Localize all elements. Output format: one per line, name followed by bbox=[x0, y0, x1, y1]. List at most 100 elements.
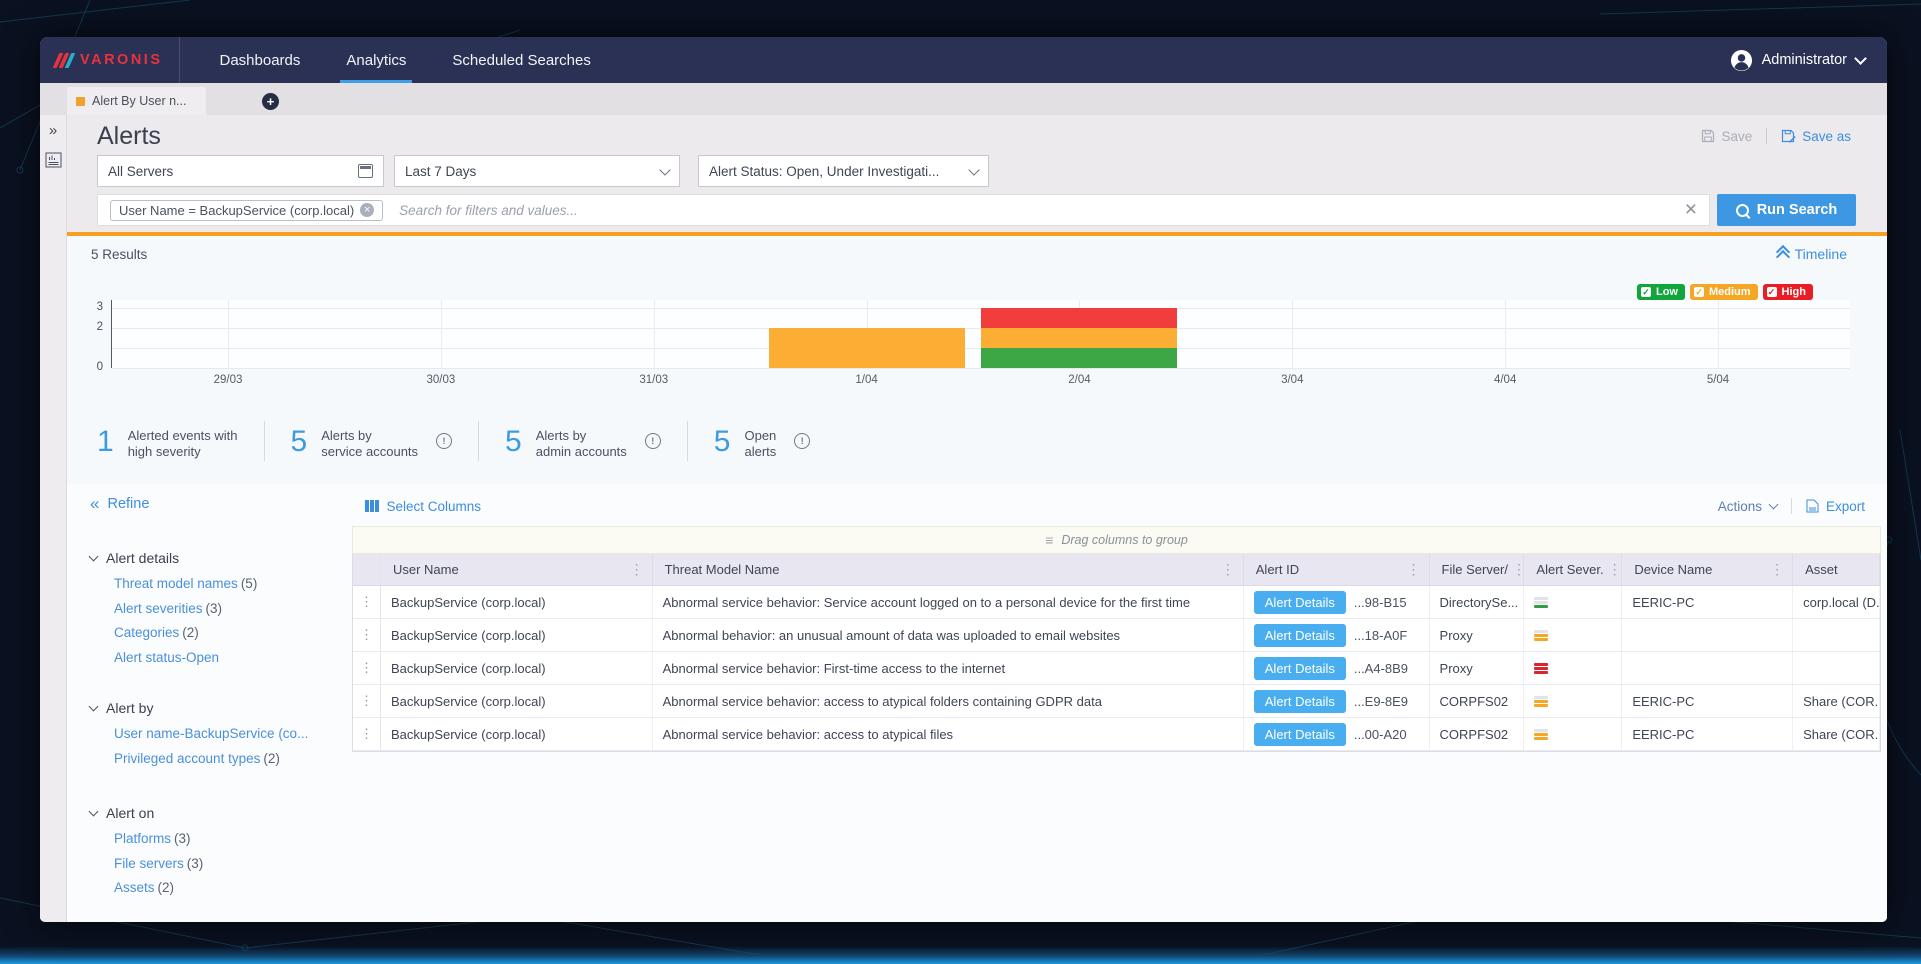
legend-toggle-medium[interactable]: ✓Medium bbox=[1690, 284, 1758, 300]
header-cell-file-server-[interactable]: File Server/⋮ bbox=[1430, 554, 1525, 585]
cell-file-server: DirectorySe... bbox=[1430, 586, 1525, 618]
select-columns-button[interactable]: Select Columns bbox=[365, 499, 481, 514]
stat-item: 5Openalerts! bbox=[687, 421, 837, 461]
filter-count: (5) bbox=[241, 576, 258, 591]
filter-chip[interactable]: User Name = BackupService (corp.local) × bbox=[110, 200, 383, 221]
clear-search-icon[interactable]: × bbox=[1685, 200, 1697, 220]
refine-filter-link[interactable]: Privileged account types(2) bbox=[90, 747, 352, 772]
info-icon[interactable]: ! bbox=[794, 433, 810, 449]
page-title: Alerts bbox=[97, 122, 161, 151]
table-header: User Name⋮Threat Model Name⋮Alert ID⋮Fil… bbox=[353, 554, 1880, 586]
timeline-toggle[interactable]: Timeline bbox=[1778, 246, 1847, 262]
varonis-logo[interactable]: VARONIS bbox=[56, 37, 163, 83]
column-menu-icon[interactable]: ⋮ bbox=[1770, 561, 1784, 578]
refine-filter-link[interactable]: Categories(2) bbox=[90, 621, 352, 646]
file-server-text: Proxy bbox=[1440, 628, 1473, 643]
header-cell-device-name[interactable]: Device Name ⋮ bbox=[1622, 554, 1793, 585]
nav-scheduled-searches[interactable]: Scheduled Searches bbox=[452, 37, 590, 83]
column-menu-icon[interactable]: ⋮ bbox=[1608, 561, 1622, 578]
remove-chip-icon[interactable]: × bbox=[360, 203, 374, 217]
cell-asset: Share (COR... bbox=[1793, 718, 1880, 750]
column-menu-icon[interactable]: ⋮ bbox=[1407, 561, 1421, 578]
user-name-text: BackupService (corp.local) bbox=[391, 694, 546, 709]
column-label: Device Name bbox=[1634, 562, 1712, 577]
column-menu-icon[interactable]: ⋮ bbox=[1221, 561, 1235, 578]
row-menu-icon[interactable]: ⋮ bbox=[353, 718, 381, 750]
severity-icon-medium bbox=[1534, 630, 1548, 641]
refine-group-header[interactable]: Alert details bbox=[90, 550, 352, 566]
alert-details-button[interactable]: Alert Details bbox=[1254, 624, 1346, 647]
group-by-dropzone[interactable]: ≡ Drag columns to group bbox=[352, 526, 1881, 554]
refine-filter-link[interactable]: Alert status-Open bbox=[90, 646, 352, 671]
checkbox-icon: ✓ bbox=[1694, 287, 1704, 297]
saved-searches-icon[interactable] bbox=[45, 152, 62, 168]
refine-filter-link[interactable]: Alert severities(3) bbox=[90, 597, 352, 622]
user-menu[interactable]: Administrator bbox=[1730, 49, 1865, 72]
header-cell-alert-sever-[interactable]: Alert Sever. ⋮ bbox=[1524, 554, 1622, 585]
alert-details-button[interactable]: Alert Details bbox=[1254, 591, 1346, 614]
table-toolbar: Select Columns Actions bbox=[352, 494, 1881, 518]
bar-segment-low[interactable] bbox=[981, 348, 1177, 368]
info-icon[interactable]: ! bbox=[436, 433, 452, 449]
bar-segment-medium[interactable] bbox=[981, 328, 1177, 348]
header-cell-asset[interactable]: Asset bbox=[1793, 554, 1880, 585]
alert-details-button[interactable]: Alert Details bbox=[1254, 723, 1346, 746]
row-menu-icon[interactable]: ⋮ bbox=[353, 652, 381, 684]
tab-alert-by-user[interactable]: Alert By User n... bbox=[67, 87, 206, 115]
cell-alert-id: Alert Details...00-A20 bbox=[1244, 718, 1430, 750]
header-cell-alert-id[interactable]: Alert ID⋮ bbox=[1244, 554, 1430, 585]
cell-alert-severity bbox=[1524, 619, 1622, 651]
table-row[interactable]: ⋮BackupService (corp.local)Abnormal serv… bbox=[353, 652, 1880, 685]
refine-filter-link[interactable]: Threat model names(5) bbox=[90, 572, 352, 597]
search-input[interactable]: User Name = BackupService (corp.local) ×… bbox=[97, 194, 1710, 226]
header-cell-user-name[interactable]: User Name⋮ bbox=[381, 554, 653, 585]
refine-group-header[interactable]: Alert by bbox=[90, 700, 352, 716]
time-range-dropdown[interactable]: Last 7 Days bbox=[394, 155, 680, 187]
actions-dropdown[interactable]: Actions bbox=[1718, 499, 1777, 514]
collapse-left-icon: « bbox=[90, 497, 99, 511]
refine-filter-link[interactable]: User name-BackupService (co... bbox=[90, 722, 352, 747]
info-icon[interactable]: ! bbox=[645, 433, 661, 449]
row-menu-icon[interactable]: ⋮ bbox=[353, 619, 381, 651]
alert-details-button[interactable]: Alert Details bbox=[1254, 690, 1346, 713]
save-button[interactable]: Save bbox=[1701, 129, 1752, 144]
legend-toggle-high[interactable]: ✓High bbox=[1763, 284, 1813, 300]
refine-filter-link[interactable]: Platforms(3) bbox=[90, 827, 352, 852]
bar-segment-medium[interactable] bbox=[769, 328, 965, 368]
table-area: Select Columns Actions bbox=[352, 484, 1881, 922]
table-row[interactable]: ⋮BackupService (corp.local)Abnormal serv… bbox=[353, 685, 1880, 718]
alert-status-dropdown[interactable]: Alert Status: Open, Under Investigati... bbox=[698, 155, 989, 187]
servers-filter-dropdown[interactable]: All Servers bbox=[97, 155, 384, 187]
refine-filter-link[interactable]: File servers(3) bbox=[90, 852, 352, 877]
save-as-button[interactable]: Save as bbox=[1781, 129, 1851, 144]
header-cell-threat-model-name[interactable]: Threat Model Name⋮ bbox=[653, 554, 1244, 585]
refine-filter-link[interactable]: Assets(2) bbox=[90, 876, 352, 901]
expand-panel-icon[interactable]: » bbox=[49, 123, 57, 139]
table-row[interactable]: ⋮BackupService (corp.local)Abnormal beha… bbox=[353, 619, 1880, 652]
alert-id-text: ...98-B15 bbox=[1354, 595, 1407, 610]
row-menu-icon[interactable]: ⋮ bbox=[353, 685, 381, 717]
nav-dashboards[interactable]: Dashboards bbox=[220, 37, 301, 83]
export-button[interactable]: Export bbox=[1806, 499, 1865, 514]
legend-toggle-low[interactable]: ✓Low bbox=[1637, 284, 1685, 300]
alerts-table: User Name⋮Threat Model Name⋮Alert ID⋮Fil… bbox=[352, 554, 1881, 752]
search-row: User Name = BackupService (corp.local) ×… bbox=[97, 194, 1856, 226]
table-row[interactable]: ⋮BackupService (corp.local)Abnormal serv… bbox=[353, 586, 1880, 619]
alert-details-button[interactable]: Alert Details bbox=[1254, 657, 1346, 680]
column-menu-icon[interactable]: ⋮ bbox=[1512, 561, 1524, 578]
add-tab-button[interactable]: + bbox=[262, 93, 279, 110]
table-row[interactable]: ⋮BackupService (corp.local)Abnormal serv… bbox=[353, 718, 1880, 751]
refine-collapse-button[interactable]: « Refine bbox=[90, 496, 352, 512]
run-search-button[interactable]: Run Search bbox=[1717, 194, 1856, 226]
column-label: Alert Sever. bbox=[1536, 562, 1603, 577]
bar-segment-high[interactable] bbox=[981, 308, 1177, 328]
filter-chip-label: User Name = BackupService (corp.local) bbox=[119, 203, 354, 218]
results-zone: 5 Results Timeline ✓Low✓Medium✓High 0232… bbox=[67, 236, 1887, 484]
nav-analytics[interactable]: Analytics bbox=[346, 37, 406, 83]
column-menu-icon[interactable]: ⋮ bbox=[630, 561, 644, 578]
cell-user-name: BackupService (corp.local) bbox=[381, 586, 653, 618]
refine-group-header[interactable]: Alert on bbox=[90, 805, 352, 821]
row-menu-icon[interactable]: ⋮ bbox=[353, 586, 381, 618]
user-name-text: BackupService (corp.local) bbox=[391, 595, 546, 610]
cell-threat-model: Abnormal behavior: an unusual amount of … bbox=[653, 619, 1244, 651]
